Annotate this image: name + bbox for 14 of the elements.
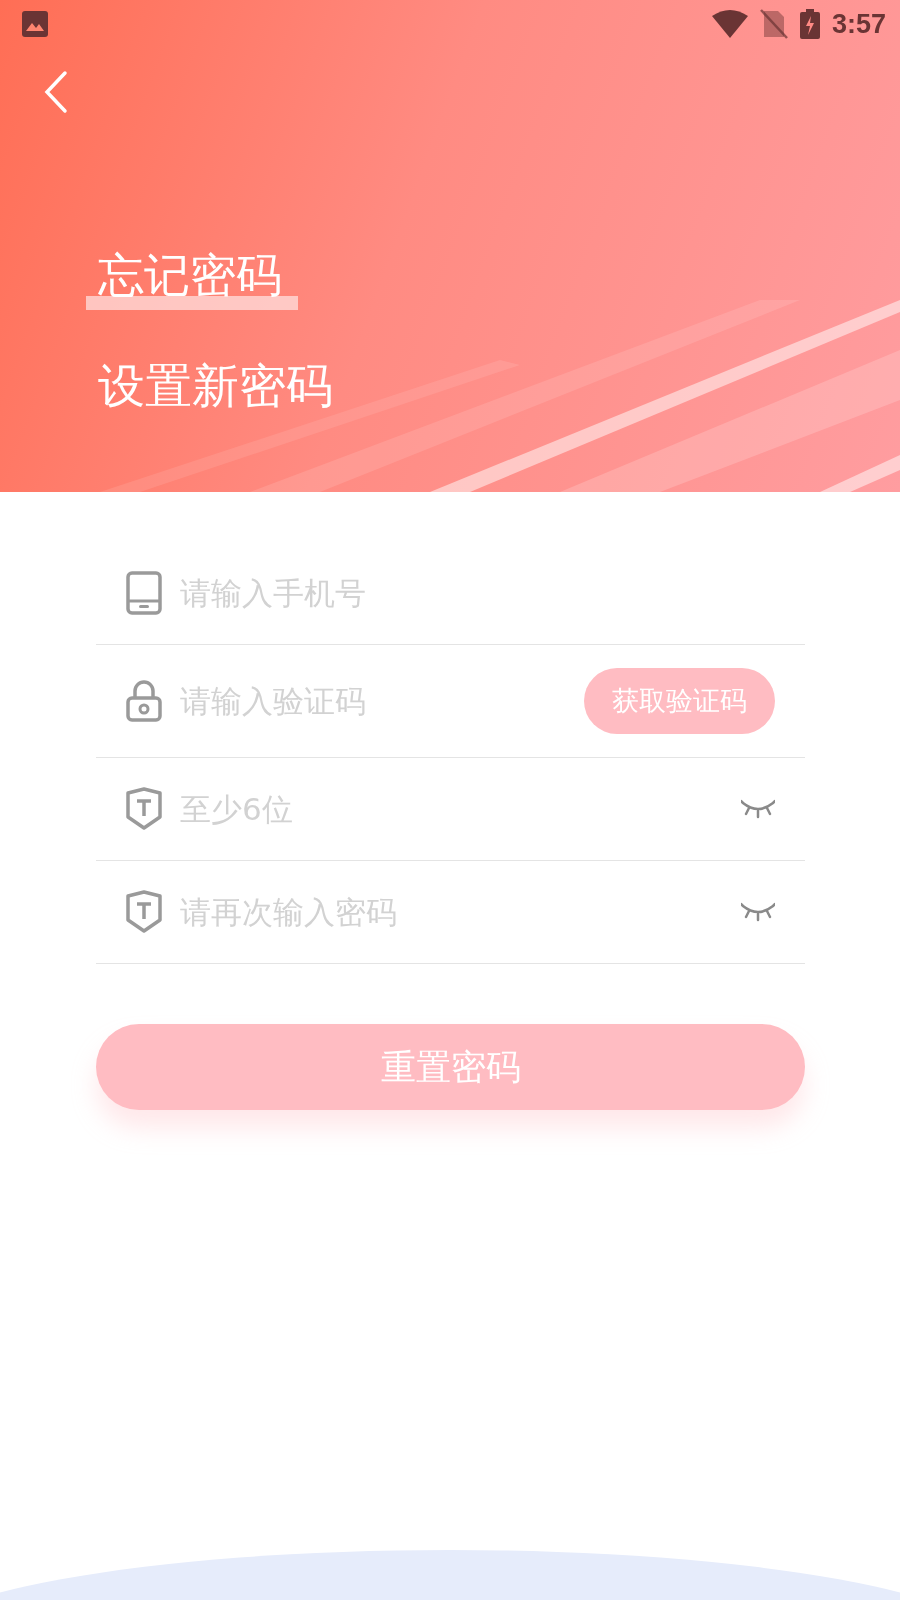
no-sim-icon bbox=[759, 9, 788, 39]
status-time: 3:57 bbox=[831, 8, 886, 40]
lock-icon bbox=[126, 679, 162, 723]
image-icon bbox=[22, 11, 48, 37]
phone-icon bbox=[126, 571, 162, 615]
reset-password-button[interactable]: 重置密码 bbox=[96, 1024, 805, 1110]
closed-eye-icon[interactable] bbox=[741, 902, 775, 922]
closed-eye-icon[interactable] bbox=[741, 799, 775, 819]
shield-icon bbox=[126, 890, 162, 934]
page-subtitle: 设置新密码 bbox=[98, 360, 334, 412]
wifi-icon bbox=[711, 10, 748, 38]
get-code-button[interactable]: 获取验证码 bbox=[584, 668, 775, 734]
battery-charging-icon bbox=[799, 9, 820, 39]
shield-icon bbox=[126, 787, 162, 831]
